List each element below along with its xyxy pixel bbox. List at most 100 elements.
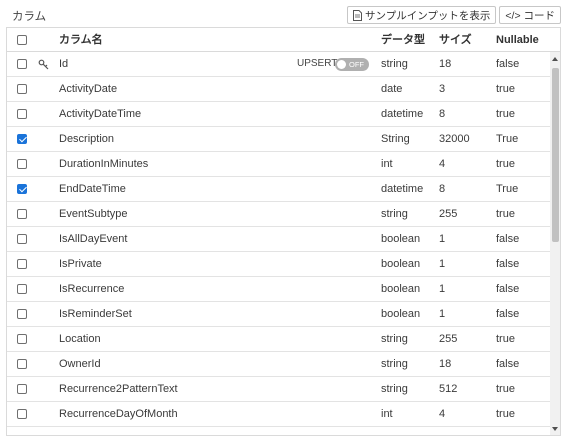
row-checkbox-cell	[17, 327, 33, 351]
column-name-cell: RecurrenceDayOfMonth	[59, 408, 178, 420]
row-checkbox-cell	[17, 302, 33, 326]
row-checkbox[interactable]	[17, 209, 27, 219]
row-checkbox[interactable]	[17, 109, 27, 119]
column-name-cell: IsReminderSet	[59, 308, 132, 320]
nullable-cell: false	[496, 358, 520, 370]
nullable-cell: true	[496, 208, 515, 220]
row-checkbox-cell	[17, 227, 33, 251]
key-icon	[38, 52, 50, 76]
table-row[interactable]: IsAllDayEvent boolean 1 false	[7, 227, 560, 252]
nullable-cell: true	[496, 158, 515, 170]
row-checkbox[interactable]	[17, 384, 27, 394]
nullable-cell: True	[496, 133, 519, 145]
row-checkbox[interactable]	[17, 259, 27, 269]
row-checkbox[interactable]	[17, 59, 27, 69]
table-row[interactable]: Id UPSERT OFF string 18 false	[7, 52, 560, 77]
upsert-toggle[interactable]: OFF	[335, 58, 369, 71]
size-cell: 255	[439, 333, 458, 345]
size-cell: 32000	[439, 133, 470, 145]
row-checkbox[interactable]	[17, 159, 27, 169]
header-nullable[interactable]: Nullable	[496, 28, 539, 52]
column-name-cell: IsAllDayEvent	[59, 233, 128, 245]
header-column-name[interactable]: カラム名	[59, 28, 103, 52]
row-checkbox[interactable]	[17, 334, 27, 344]
upsert-label: UPSERT	[297, 58, 338, 69]
column-table: カラム名 データ型 サイズ Nullable Id UPSERT OFF string…	[6, 27, 561, 436]
nullable-cell: false	[496, 58, 520, 70]
size-cell: 8	[439, 108, 446, 120]
header-size[interactable]: サイズ	[439, 28, 472, 52]
row-checkbox[interactable]	[17, 409, 27, 419]
column-name-cell: EventSubtype	[59, 208, 128, 220]
row-checkbox[interactable]	[17, 84, 27, 94]
column-name-cell: IsRecurrence	[59, 283, 125, 295]
row-checkbox-cell	[17, 377, 33, 401]
column-name-cell: Location	[59, 333, 101, 345]
table-row[interactable]: Location string 255 true	[7, 327, 560, 352]
size-cell: 8	[439, 183, 446, 195]
row-checkbox[interactable]	[17, 359, 27, 369]
show-sample-input-button[interactable]: サンプルインプットを表示	[347, 6, 497, 24]
scroll-up-arrow-icon[interactable]	[552, 57, 558, 61]
table-row[interactable]: IsReminderSet boolean 1 false	[7, 302, 560, 327]
data-type-cell: string	[381, 208, 408, 220]
size-cell: 1	[439, 258, 446, 270]
table-row[interactable]: IsRecurrence boolean 1 false	[7, 277, 560, 302]
nullable-cell: false	[496, 283, 520, 295]
data-type-cell: string	[381, 58, 408, 70]
row-checkbox-cell	[17, 277, 33, 301]
row-checkbox[interactable]	[17, 134, 27, 144]
table-row[interactable]: Recurrence2PatternText string 512 true	[7, 377, 560, 402]
data-type-cell: boolean	[381, 258, 421, 270]
table-row[interactable]: IsPrivate boolean 1 false	[7, 252, 560, 277]
table-row[interactable]: ActivityDateTime datetime 8 true	[7, 102, 560, 127]
scrollbar-thumb[interactable]	[552, 68, 559, 242]
size-cell: 1	[439, 283, 446, 295]
size-cell: 4	[439, 158, 446, 170]
table-row[interactable]: OwnerId string 18 false	[7, 352, 560, 377]
table-row[interactable]: DurationInMinutes int 4 true	[7, 152, 560, 177]
data-type-cell: string	[381, 383, 408, 395]
data-type-cell: boolean	[381, 308, 421, 320]
table-row[interactable]: EndDateTime datetime 8 True	[7, 177, 560, 202]
column-name-cell: OwnerId	[59, 358, 101, 370]
code-label: </> コード	[505, 9, 555, 22]
select-all-checkbox[interactable]	[17, 35, 27, 45]
panel-title: カラム	[12, 11, 47, 23]
vertical-scrollbar[interactable]	[550, 52, 560, 435]
column-name-cell: ActivityDateTime	[59, 108, 142, 120]
size-cell: 1	[439, 308, 446, 320]
data-type-cell: int	[381, 158, 393, 170]
table-row[interactable]: RecurrenceDayOfMonth int 4 true	[7, 402, 560, 427]
row-checkbox[interactable]	[17, 309, 27, 319]
nullable-cell: true	[496, 108, 515, 120]
size-cell: 512	[439, 383, 458, 395]
nullable-cell: false	[496, 308, 520, 320]
data-type-cell: int	[381, 408, 393, 420]
row-checkbox-cell	[17, 177, 33, 201]
toggle-state-label: OFF	[349, 60, 364, 69]
row-checkbox[interactable]	[17, 184, 27, 194]
row-checkbox-cell	[17, 127, 33, 151]
row-checkbox-cell	[17, 252, 33, 276]
size-cell: 3	[439, 83, 446, 95]
table-row[interactable]: EventSubtype string 255 true	[7, 202, 560, 227]
row-checkbox[interactable]	[17, 234, 27, 244]
size-cell: 1	[439, 233, 446, 245]
row-checkbox-cell	[17, 77, 33, 101]
header-data-type[interactable]: データ型	[381, 28, 425, 52]
column-name-cell: Recurrence2PatternText	[59, 383, 178, 395]
row-checkbox[interactable]	[17, 284, 27, 294]
nullable-cell: True	[496, 183, 519, 195]
row-checkbox-cell	[17, 152, 33, 176]
table-row[interactable]: ActivityDate date 3 true	[7, 77, 560, 102]
table-row[interactable]: Description String 32000 True	[7, 127, 560, 152]
nullable-cell: true	[496, 333, 515, 345]
code-button[interactable]: </> コード	[499, 6, 561, 24]
nullable-cell: true	[496, 83, 515, 95]
select-all-cell	[17, 28, 33, 52]
row-checkbox-cell	[17, 402, 33, 426]
scroll-down-arrow-icon[interactable]	[552, 427, 558, 431]
row-checkbox-cell	[17, 202, 33, 226]
data-type-cell: boolean	[381, 283, 421, 295]
